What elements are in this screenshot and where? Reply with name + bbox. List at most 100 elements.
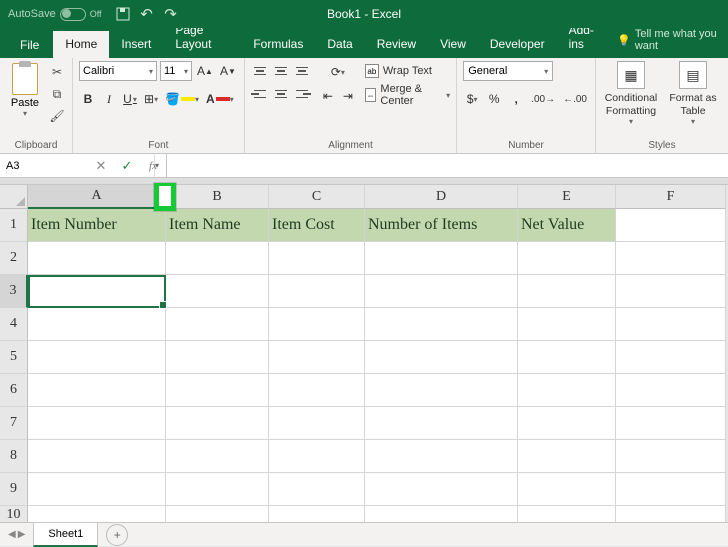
decrease-font-button[interactable]: A▼ [218, 61, 238, 81]
font-name-dropdown[interactable]: Calibri▾ [79, 61, 157, 81]
cell-a2[interactable] [28, 242, 166, 275]
cancel-formula-button[interactable]: ✕ [88, 158, 114, 174]
col-header-d[interactable]: D [365, 185, 518, 209]
cell-c1[interactable]: Item Cost [269, 209, 365, 242]
row-header-8[interactable]: 8 [0, 440, 28, 473]
cut-button[interactable]: ✂ [48, 63, 66, 81]
cell-c6[interactable] [269, 374, 365, 407]
cell-f7[interactable] [616, 407, 726, 440]
col-header-a[interactable]: A [28, 185, 166, 209]
insert-function-button[interactable]: fx [140, 160, 166, 172]
cell-b2[interactable] [166, 242, 269, 275]
col-header-b[interactable]: B [166, 185, 269, 209]
bold-button[interactable]: B [79, 89, 97, 109]
decrease-decimal-button[interactable]: ←.00 [561, 89, 589, 109]
file-tab[interactable]: File [6, 32, 53, 58]
tab-data[interactable]: Data [315, 31, 364, 58]
redo-icon[interactable]: ↷ [164, 7, 178, 21]
cell-f1[interactable] [616, 209, 726, 242]
cell-b5[interactable] [166, 341, 269, 374]
cell-c2[interactable] [269, 242, 365, 275]
row-header-7[interactable]: 7 [0, 407, 28, 440]
cell-e5[interactable] [518, 341, 616, 374]
italic-button[interactable]: I [100, 89, 118, 109]
comma-format-button[interactable]: , [507, 89, 525, 109]
fill-color-button[interactable]: 🪣▾ [163, 89, 201, 109]
col-header-c[interactable]: C [269, 185, 365, 209]
cell-e4[interactable] [518, 308, 616, 341]
row-header-2[interactable]: 2 [0, 242, 28, 275]
cell-a4[interactable] [28, 308, 166, 341]
cell-b3[interactable] [166, 275, 269, 308]
accounting-format-button[interactable]: $▾ [463, 89, 481, 109]
col-header-e[interactable]: E [518, 185, 616, 209]
align-right-button[interactable] [293, 84, 311, 104]
cell-a8[interactable] [28, 440, 166, 473]
format-painter-button[interactable]: 🖌 [48, 107, 66, 125]
cell-c8[interactable] [269, 440, 365, 473]
cell-b6[interactable] [166, 374, 269, 407]
cell-f3[interactable] [616, 275, 726, 308]
wrap-text-button[interactable]: ab Wrap Text [365, 61, 450, 81]
tab-view[interactable]: View [428, 31, 478, 58]
paste-button[interactable]: Paste ▾ [6, 61, 44, 118]
cell-e9[interactable] [518, 473, 616, 506]
sheet-tab-sheet1[interactable]: Sheet1 [33, 523, 98, 547]
cell-d6[interactable] [365, 374, 518, 407]
align-left-button[interactable] [251, 84, 269, 104]
tab-developer[interactable]: Developer [478, 31, 557, 58]
cell-e8[interactable] [518, 440, 616, 473]
row-header-4[interactable]: 4 [0, 308, 28, 341]
enter-formula-button[interactable]: ✓ [114, 158, 140, 174]
select-all-button[interactable] [0, 185, 28, 209]
merge-center-button[interactable]: ⇔ Merge & Center ▾ [365, 85, 450, 105]
tab-formulas[interactable]: Formulas [241, 31, 315, 58]
name-box[interactable]: ▾ [0, 154, 88, 177]
cell-f5[interactable] [616, 341, 726, 374]
cell-d2[interactable] [365, 242, 518, 275]
cell-b7[interactable] [166, 407, 269, 440]
conditional-formatting-button[interactable]: ▦ Conditional Formatting▾ [602, 61, 660, 127]
cell-b9[interactable] [166, 473, 269, 506]
cell-a9[interactable] [28, 473, 166, 506]
cell-a1[interactable]: Item Number [28, 209, 166, 242]
row-header-6[interactable]: 6 [0, 374, 28, 407]
cell-a3[interactable] [28, 275, 166, 308]
copy-button[interactable]: ⧉ [48, 85, 66, 103]
cell-d4[interactable] [365, 308, 518, 341]
undo-icon[interactable]: ↶ [140, 7, 154, 21]
row-header-3[interactable]: 3 [0, 275, 28, 308]
cell-d1[interactable]: Number of Items [365, 209, 518, 242]
cell-c5[interactable] [269, 341, 365, 374]
sheet-nav-next[interactable]: ▶ [18, 529, 26, 540]
cell-b1[interactable]: Item Name [166, 209, 269, 242]
cell-c7[interactable] [269, 407, 365, 440]
number-format-dropdown[interactable]: General▾ [463, 61, 553, 81]
cell-b4[interactable] [166, 308, 269, 341]
cell-f6[interactable] [616, 374, 726, 407]
cell-a6[interactable] [28, 374, 166, 407]
cell-e1[interactable]: Net Value [518, 209, 616, 242]
cell-f9[interactable] [616, 473, 726, 506]
format-as-table-button[interactable]: ▤ Format as Table▾ [664, 61, 722, 127]
new-sheet-button[interactable]: + [106, 524, 128, 546]
cell-d7[interactable] [365, 407, 518, 440]
sheet-nav-prev[interactable]: ◀ [8, 529, 16, 540]
font-color-button[interactable]: A▾ [204, 89, 236, 109]
cell-b8[interactable] [166, 440, 269, 473]
cell-d8[interactable] [365, 440, 518, 473]
cell-f8[interactable] [616, 440, 726, 473]
increase-decimal-button[interactable]: .00→ [529, 89, 557, 109]
font-size-dropdown[interactable]: 11▾ [160, 61, 192, 81]
cell-e3[interactable] [518, 275, 616, 308]
increase-font-button[interactable]: A▲ [195, 61, 215, 81]
col-header-f[interactable]: F [616, 185, 726, 209]
align-center-button[interactable] [272, 84, 290, 104]
cell-a5[interactable] [28, 341, 166, 374]
cell-c9[interactable] [269, 473, 365, 506]
percent-format-button[interactable]: % [485, 89, 503, 109]
cell-c4[interactable] [269, 308, 365, 341]
underline-button[interactable]: U▾ [121, 89, 139, 109]
align-middle-button[interactable] [272, 61, 290, 81]
tab-home[interactable]: Home [53, 31, 109, 58]
